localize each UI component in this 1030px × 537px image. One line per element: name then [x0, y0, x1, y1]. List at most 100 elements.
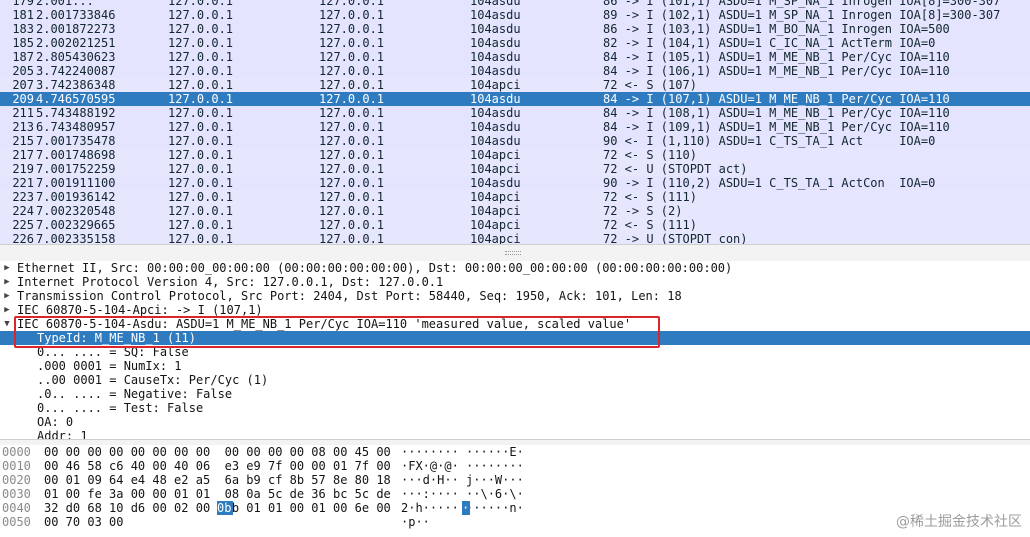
packet-row[interactable]: 213 6.743480957 127.0.0.1 127.0.0.1 104asdu 8…: [0, 120, 1030, 134]
hex-bytes[interactable]: 00 46 58 c6 40 00 40 06 e3 e9 7f 00 00 0…: [44, 459, 391, 473]
packet-row[interactable]: 183 2.001872273 127.0.0.1 127.0.0.1 104asdu 8…: [0, 22, 1030, 36]
hex-offset[interactable]: 0050: [2, 515, 31, 529]
packet-bytes-pane[interactable]: 0000 00 00 00 00 00 00 00 00 00 00 00 00 …: [0, 445, 1030, 537]
detail-tree-item[interactable]: ▶ Transmission Control Protocol, Src Port…: [0, 289, 1030, 303]
detail-tree-item[interactable]: TypeId: M_ME_NB_1 (11): [0, 331, 1030, 345]
packet-info: 82 -> I (104,1) ASDU=1 C_IC_NA_1 ActTerm…: [603, 36, 936, 50]
hex-offset[interactable]: 0040: [2, 501, 31, 515]
detail-tree-item[interactable]: ▼ IEC 60870-5-104-Asdu: ASDU=1 M_ME_NB_1 …: [0, 317, 1030, 331]
expand-down-icon[interactable]: ▼: [2, 317, 12, 331]
detail-tree-item[interactable]: .0.. .... = Negative: False: [0, 387, 1030, 401]
packet-row[interactable]: 205 3.742240087 127.0.0.1 127.0.0.1 104asdu 8…: [0, 64, 1030, 78]
packet-number: 209: [12, 92, 34, 106]
pane-splitter-top[interactable]: [0, 244, 1030, 262]
detail-text: TypeId: M_ME_NB_1 (11): [37, 331, 196, 345]
expand-right-icon[interactable]: ▶: [2, 261, 12, 275]
packet-number: 223: [12, 190, 34, 204]
hex-row: 0000 00 00 00 00 00 00 00 00 00 00 00 00 …: [0, 445, 1030, 459]
selected-byte-ascii[interactable]: ·: [462, 501, 470, 515]
expand-right-icon[interactable]: ▶: [2, 303, 12, 317]
packet-number: 224: [12, 204, 34, 218]
packet-time: 7.001911100: [36, 176, 116, 190]
selected-byte-hex[interactable]: 0b: [217, 501, 233, 515]
hex-ascii[interactable]: ·FX·@·@· ········: [401, 459, 524, 473]
packet-row[interactable]: 179 2.001... 127.0.0.1 127.0.0.1 104asdu 86 -…: [0, 0, 1030, 8]
detail-text: ..00 0001 = CauseTx: Per/Cyc (1): [37, 373, 269, 387]
detail-tree-item[interactable]: ▶ IEC 60870-5-104-Apci: -> I (107,1): [0, 303, 1030, 317]
packet-row[interactable]: 209 4.746570595 127.0.0.1 127.0.0.1 104asdu 8…: [0, 92, 1030, 106]
packet-protocol: 104asdu: [470, 22, 521, 36]
packet-destination: 127.0.0.1: [319, 92, 385, 106]
hex-ascii[interactable]: ········ ······E·: [401, 445, 524, 459]
packet-row[interactable]: 221 7.001911100 127.0.0.1 127.0.0.1 104asdu 9…: [0, 176, 1030, 190]
packet-number: 213: [12, 120, 34, 134]
packet-info: 84 -> I (109,1) ASDU=1 M_ME_NB_1 Per/Cyc…: [603, 120, 950, 134]
packet-list[interactable]: 179 2.001... 127.0.0.1 127.0.0.1 104asdu 86 -…: [0, 0, 1030, 244]
packet-row[interactable]: 226 7.002335158 127.0.0.1 127.0.0.1 104apci 7…: [0, 232, 1030, 244]
hex-offset[interactable]: 0010: [2, 459, 31, 473]
packet-row[interactable]: 181 2.001733846 127.0.0.1 127.0.0.1 104asdu 8…: [0, 8, 1030, 22]
detail-tree-item[interactable]: 0... .... = SQ: False: [0, 345, 1030, 359]
packet-source: 127.0.0.1: [168, 134, 234, 148]
packet-destination: 127.0.0.1: [319, 134, 385, 148]
packet-info: 72 -> U (STOPDT con): [603, 232, 748, 244]
packet-row[interactable]: 219 7.001752259 127.0.0.1 127.0.0.1 104apci 7…: [0, 162, 1030, 176]
packet-protocol: 104asdu: [470, 134, 521, 148]
detail-tree-item[interactable]: ▶ Internet Protocol Version 4, Src: 127.0…: [0, 275, 1030, 289]
detail-text: Transmission Control Protocol, Src Port:…: [17, 289, 682, 303]
packet-source: 127.0.0.1: [168, 78, 234, 92]
packet-number: 226: [12, 232, 34, 244]
packet-row[interactable]: 223 7.001936142 127.0.0.1 127.0.0.1 104apci 7…: [0, 190, 1030, 204]
packet-row[interactable]: 187 2.805430623 127.0.0.1 127.0.0.1 104asdu 8…: [0, 50, 1030, 64]
packet-details-tree[interactable]: ▶ Ethernet II, Src: 00:00:00_00:00:00 (00…: [0, 261, 1030, 441]
packet-time: 2.805430623: [36, 50, 116, 64]
detail-tree-item[interactable]: ▶ Ethernet II, Src: 00:00:00_00:00:00 (00…: [0, 261, 1030, 275]
packet-source: 127.0.0.1: [168, 162, 234, 176]
packet-source: 127.0.0.1: [168, 92, 234, 106]
hex-bytes[interactable]: 01 00 fe 3a 00 00 01 01 08 0a 5c de 36 b…: [44, 487, 391, 501]
packet-destination: 127.0.0.1: [319, 218, 385, 232]
hex-bytes[interactable]: 00 70 03 00: [44, 515, 123, 529]
packet-destination: 127.0.0.1: [319, 36, 385, 50]
hex-ascii[interactable]: ·p··: [401, 515, 430, 529]
detail-tree-item[interactable]: OA: 0: [0, 415, 1030, 429]
detail-text: .0.. .... = Negative: False: [37, 387, 233, 401]
packet-source: 127.0.0.1: [168, 120, 234, 134]
detail-tree-item[interactable]: .000 0001 = NumIx: 1: [0, 359, 1030, 373]
hex-bytes[interactable]: 00 01 09 64 e4 48 e2 a5 6a b9 cf 8b 57 8…: [44, 473, 391, 487]
splitter-grip-icon: [505, 251, 521, 255]
packet-destination: 127.0.0.1: [319, 50, 385, 64]
packet-time: 2.001733846: [36, 8, 116, 22]
packet-row[interactable]: 215 7.001735478 127.0.0.1 127.0.0.1 104asdu 9…: [0, 134, 1030, 148]
packet-row[interactable]: 185 2.002021251 127.0.0.1 127.0.0.1 104asdu 8…: [0, 36, 1030, 50]
hex-offset[interactable]: 0030: [2, 487, 31, 501]
expand-right-icon[interactable]: ▶: [2, 275, 12, 289]
packet-row[interactable]: 207 3.742386348 127.0.0.1 127.0.0.1 104apci 7…: [0, 78, 1030, 92]
packet-number: 183: [12, 22, 34, 36]
packet-protocol: 104apci: [470, 190, 521, 204]
packet-source: 127.0.0.1: [168, 148, 234, 162]
packet-source: 127.0.0.1: [168, 190, 234, 204]
packet-time: 4.746570595: [36, 92, 116, 106]
packet-source: 127.0.0.1: [168, 64, 234, 78]
hex-ascii[interactable]: ···d·H·· j···W···: [401, 473, 524, 487]
packet-info: 84 -> I (106,1) ASDU=1 M_ME_NB_1 Per/Cyc…: [603, 64, 950, 78]
packet-row[interactable]: 217 7.001748698 127.0.0.1 127.0.0.1 104apci 7…: [0, 148, 1030, 162]
packet-row[interactable]: 224 7.002320548 127.0.0.1 127.0.0.1 104apci 7…: [0, 204, 1030, 218]
packet-row[interactable]: 225 7.002329665 127.0.0.1 127.0.0.1 104apci 7…: [0, 218, 1030, 232]
packet-info: 72 <- U (STOPDT act): [603, 162, 748, 176]
detail-tree-item[interactable]: 0... .... = Test: False: [0, 401, 1030, 415]
packet-source: 127.0.0.1: [168, 232, 234, 244]
hex-offset[interactable]: 0000: [2, 445, 31, 459]
hex-bytes[interactable]: 00 00 00 00 00 00 00 00 00 00 00 00 08 0…: [44, 445, 391, 459]
packet-protocol: 104apci: [470, 218, 521, 232]
watermark: @稀土掘金技术社区: [896, 514, 1022, 530]
hex-ascii[interactable]: ···:···· ··\·6·\·: [401, 487, 524, 501]
packet-protocol: 104apci: [470, 148, 521, 162]
expand-right-icon[interactable]: ▶: [2, 289, 12, 303]
packet-source: 127.0.0.1: [168, 176, 234, 190]
detail-tree-item[interactable]: ..00 0001 = CauseTx: Per/Cyc (1): [0, 373, 1030, 387]
packet-row[interactable]: 211 5.743488192 127.0.0.1 127.0.0.1 104asdu 8…: [0, 106, 1030, 120]
hex-row: 0030 01 00 fe 3a 00 00 01 01 08 0a 5c de …: [0, 487, 1030, 501]
hex-offset[interactable]: 0020: [2, 473, 31, 487]
